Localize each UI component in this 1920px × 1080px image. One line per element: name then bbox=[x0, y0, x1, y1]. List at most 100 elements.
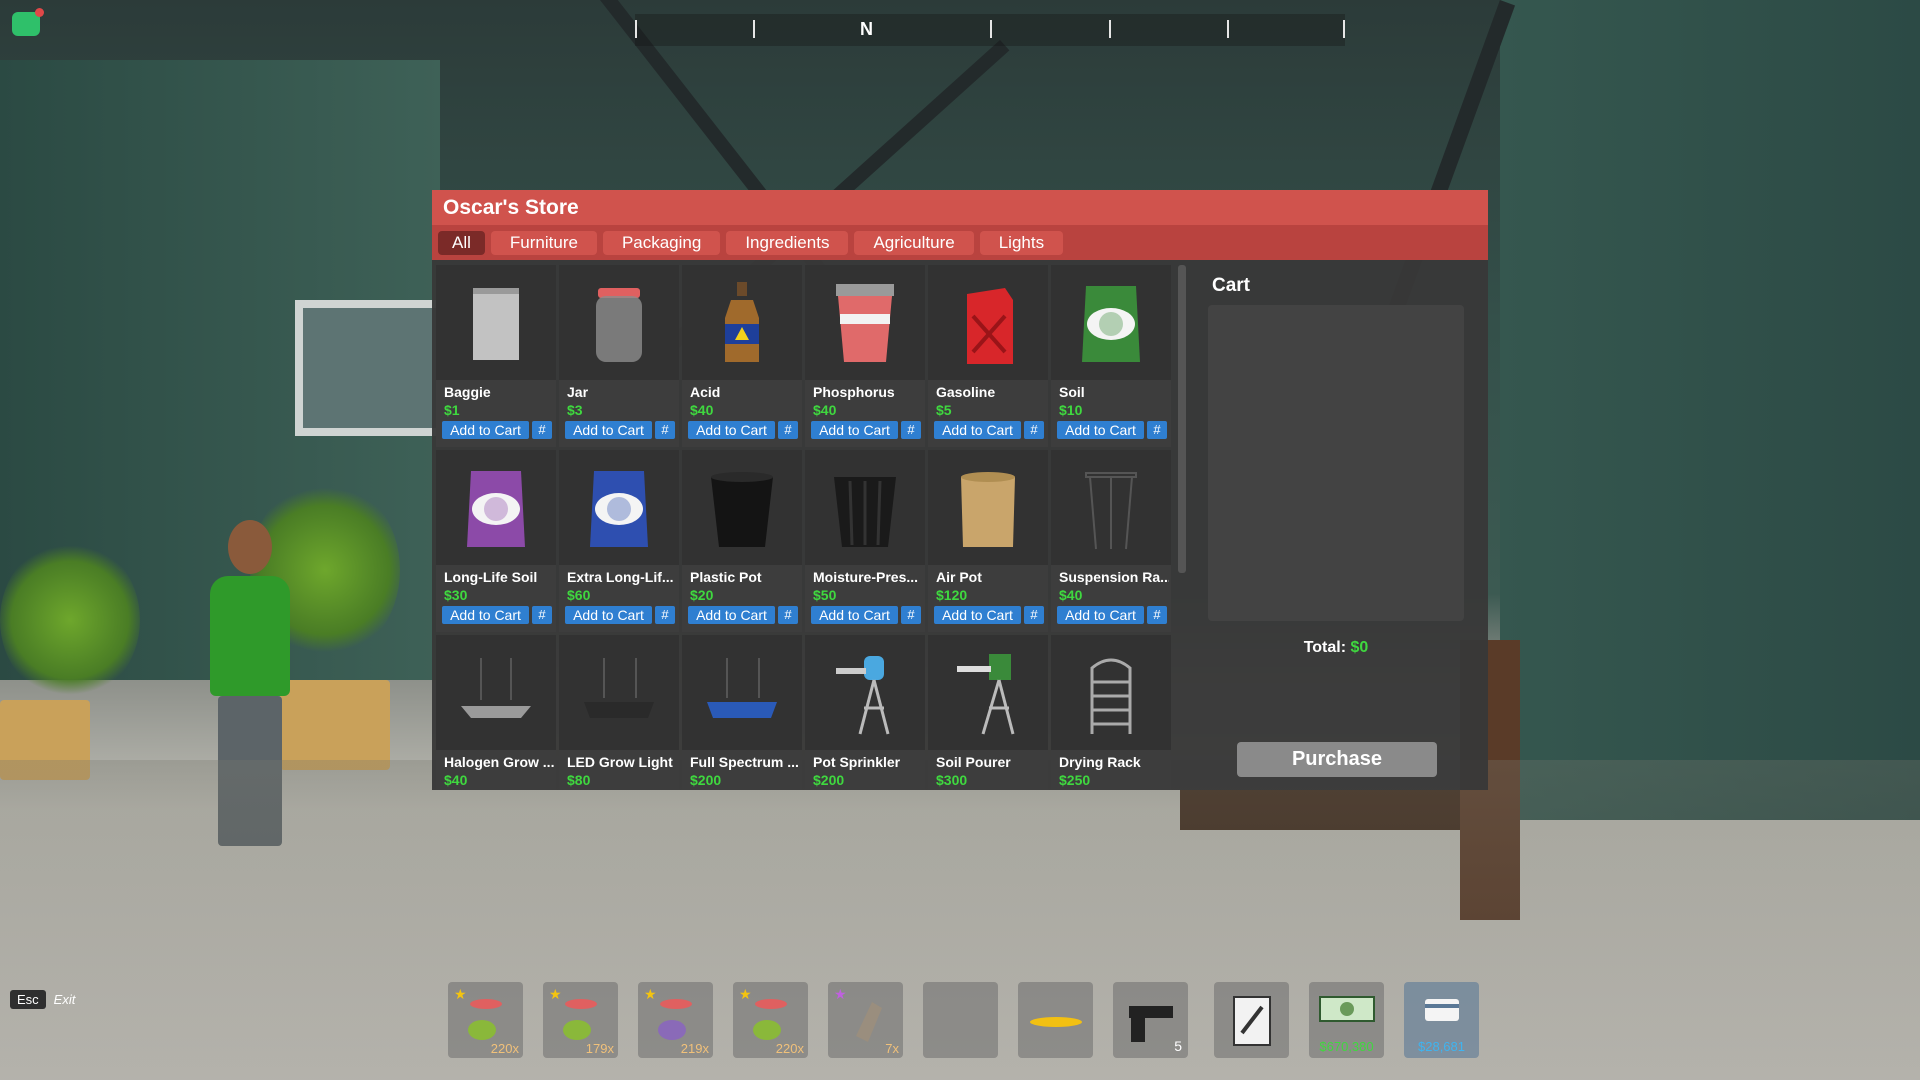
cart-title: Cart bbox=[1212, 275, 1251, 296]
cart-list bbox=[1208, 305, 1464, 621]
compass-bar: N bbox=[635, 14, 1345, 46]
quantity-button[interactable]: # bbox=[1147, 421, 1167, 439]
bank-card-icon bbox=[1425, 999, 1459, 1021]
quantity-button[interactable]: # bbox=[1147, 606, 1167, 624]
hotbar-slot[interactable]: ★ 179x bbox=[543, 982, 618, 1058]
store-item-card[interactable]: Full Spectrum ...$200Add to Cart# bbox=[682, 635, 802, 790]
hotbar: ★ 220x ★ 179x ★ 219x ★ 220x ★ 7x 5 $670,380 $28,681 bbox=[448, 982, 1479, 1058]
add-to-cart-button[interactable]: Add to Cart bbox=[811, 421, 898, 439]
add-to-cart-button[interactable]: Add to Cart bbox=[1057, 421, 1144, 439]
store-item-card[interactable]: LED Grow Light$80Add to Cart# bbox=[559, 635, 679, 790]
add-to-cart-button[interactable]: Add to Cart bbox=[565, 606, 652, 624]
add-to-cart-button[interactable]: Add to Cart bbox=[688, 421, 775, 439]
chat-icon[interactable] bbox=[12, 8, 44, 36]
item-price: $10 bbox=[1059, 402, 1083, 418]
esc-key[interactable]: Esc bbox=[10, 990, 46, 1009]
cash-slot[interactable]: $670,380 bbox=[1309, 982, 1384, 1058]
tab-lights[interactable]: Lights bbox=[979, 230, 1064, 255]
led-light-icon bbox=[559, 635, 679, 750]
store-item-card[interactable]: Baggie $1 Add to Cart # bbox=[436, 265, 556, 447]
halogen-light-icon bbox=[436, 635, 556, 750]
drying-rack-icon bbox=[1051, 635, 1171, 750]
quality-star-icon: ★ bbox=[739, 986, 752, 1002]
add-to-cart-button[interactable]: Add to Cart bbox=[1057, 606, 1144, 624]
add-to-cart-button[interactable]: Add to Cart bbox=[934, 606, 1021, 624]
store-title: Oscar's Store bbox=[432, 190, 1488, 225]
store-item-card[interactable]: Acid $40 Add to Cart # bbox=[682, 265, 802, 447]
store-item-card[interactable]: Long-Life Soil $30 Add to Cart # bbox=[436, 450, 556, 632]
tab-furniture[interactable]: Furniture bbox=[490, 230, 597, 255]
store-window: Oscar's Store All Furniture Packaging In… bbox=[432, 190, 1488, 790]
plastic-pot-icon bbox=[682, 450, 802, 565]
cart-total-value: $0 bbox=[1350, 639, 1369, 656]
store-item-card[interactable]: Soil Pourer$300Add to Cart# bbox=[928, 635, 1048, 790]
store-item-card[interactable]: Jar $3 Add to Cart # bbox=[559, 265, 679, 447]
esc-hint: Esc Exit bbox=[10, 990, 75, 1009]
plant bbox=[0, 540, 140, 700]
item-price: $120 bbox=[936, 587, 968, 603]
item-grid-scrollbar[interactable] bbox=[1178, 265, 1186, 573]
notepad-slot[interactable] bbox=[1214, 982, 1289, 1058]
store-item-card[interactable]: Drying Rack$250Add to Cart# bbox=[1051, 635, 1171, 790]
quantity-button[interactable]: # bbox=[655, 421, 675, 439]
quantity-button[interactable]: # bbox=[778, 606, 798, 624]
hotbar-slot[interactable]: ★ 7x bbox=[828, 982, 903, 1058]
soil-bag-blue-icon bbox=[559, 450, 679, 565]
quality-star-icon: ★ bbox=[454, 986, 467, 1002]
store-item-card[interactable]: Pot Sprinkler$200Add to Cart# bbox=[805, 635, 925, 790]
slot-count: 219x bbox=[680, 1041, 709, 1056]
quantity-button[interactable]: # bbox=[532, 421, 552, 439]
add-to-cart-button[interactable]: Add to Cart bbox=[565, 421, 652, 439]
cart-total: Total: $0 bbox=[1208, 639, 1464, 657]
hotbar-slot[interactable]: ★ 220x bbox=[733, 982, 808, 1058]
quantity-button[interactable]: # bbox=[1024, 606, 1044, 624]
store-item-card[interactable]: Soil $10 Add to Cart # bbox=[1051, 265, 1171, 447]
store-item-card[interactable]: Plastic Pot $20 Add to Cart # bbox=[682, 450, 802, 632]
quality-star-icon: ★ bbox=[834, 986, 847, 1002]
item-name: Halogen Grow ... bbox=[444, 754, 554, 770]
hotbar-slot[interactable]: ★ 219x bbox=[638, 982, 713, 1058]
hotbar-slot[interactable]: 5 bbox=[1113, 982, 1188, 1058]
purchase-button[interactable]: Purchase bbox=[1237, 742, 1437, 777]
quantity-button[interactable]: # bbox=[901, 606, 921, 624]
item-price: $40 bbox=[1059, 587, 1083, 603]
add-to-cart-button[interactable]: Add to Cart bbox=[811, 606, 898, 624]
store-item-card[interactable]: Gasoline $5 Add to Cart # bbox=[928, 265, 1048, 447]
item-name: Long-Life Soil bbox=[444, 569, 538, 585]
store-item-card[interactable]: Moisture-Pres... $50 Add to Cart # bbox=[805, 450, 925, 632]
store-item-card[interactable]: Air Pot $120 Add to Cart # bbox=[928, 450, 1048, 632]
store-item-card[interactable]: Phosphorus $40 Add to Cart # bbox=[805, 265, 925, 447]
item-name: Baggie bbox=[444, 384, 491, 400]
quantity-button[interactable]: # bbox=[655, 606, 675, 624]
store-item-card[interactable]: Halogen Grow ...$40Add to Cart# bbox=[436, 635, 556, 790]
quantity-button[interactable]: # bbox=[778, 421, 798, 439]
hotbar-slot[interactable] bbox=[923, 982, 998, 1058]
tab-all[interactable]: All bbox=[438, 230, 485, 255]
compass-heading: N bbox=[860, 19, 873, 39]
item-price: $3 bbox=[567, 402, 583, 418]
hotbar-slot[interactable] bbox=[1018, 982, 1093, 1058]
item-price: $5 bbox=[936, 402, 952, 418]
slot-count: 7x bbox=[885, 1041, 899, 1056]
add-to-cart-button[interactable]: Add to Cart bbox=[442, 421, 529, 439]
tab-ingredients[interactable]: Ingredients bbox=[726, 230, 849, 255]
item-name: Moisture-Pres... bbox=[813, 569, 919, 585]
store-item-card[interactable]: Extra Long-Lif... $60 Add to Cart # bbox=[559, 450, 679, 632]
tab-agriculture[interactable]: Agriculture bbox=[854, 230, 974, 255]
quantity-button[interactable]: # bbox=[1024, 421, 1044, 439]
card-slot[interactable]: $28,681 bbox=[1404, 982, 1479, 1058]
add-to-cart-button[interactable]: Add to Cart bbox=[688, 606, 775, 624]
tab-packaging[interactable]: Packaging bbox=[602, 230, 721, 255]
item-grid: Baggie $1 Add to Cart # Jar $3 Add to Cart # Aci… bbox=[436, 265, 1176, 790]
add-to-cart-button[interactable]: Add to Cart bbox=[442, 606, 529, 624]
hotbar-slot[interactable]: ★ 220x bbox=[448, 982, 523, 1058]
item-price: $250 bbox=[1059, 772, 1091, 788]
store-item-card[interactable]: Suspension Ra... $40 Add to Cart # bbox=[1051, 450, 1171, 632]
item-name: Acid bbox=[690, 384, 721, 400]
quantity-button[interactable]: # bbox=[901, 421, 921, 439]
item-price: $300 bbox=[936, 772, 968, 788]
esc-label: Exit bbox=[53, 992, 76, 1007]
wall-window bbox=[295, 300, 451, 436]
add-to-cart-button[interactable]: Add to Cart bbox=[934, 421, 1021, 439]
quantity-button[interactable]: # bbox=[532, 606, 552, 624]
